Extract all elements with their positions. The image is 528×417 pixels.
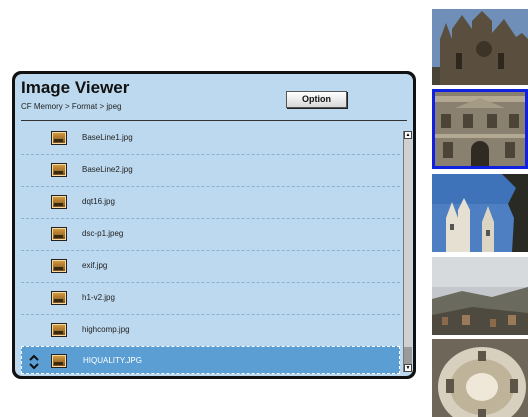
file-name: dqt16.jpg [82,197,115,206]
file-name: highcomp.jpg [82,325,130,334]
list-item[interactable]: dqt16.jpg [21,187,400,219]
image-file-icon [51,227,67,241]
file-name: dsc-p1.jpeg [82,229,124,238]
image-file-icon [51,354,67,368]
option-button[interactable]: Option [286,91,347,108]
image-file-icon [51,259,67,273]
breadcrumb: CF Memory > Format > jpeg [21,102,122,111]
file-name: h1-v2.jpg [82,293,115,302]
image-file-icon [51,291,67,305]
header-divider [21,120,407,121]
scrollbar[interactable]: ▲ ▼ [403,131,412,372]
list-item[interactable]: BaseLine1.jpg [21,123,400,155]
image-viewer-window: Image Viewer CF Memory > Format > jpeg O… [12,71,416,379]
baroque-facade-photo[interactable] [432,89,528,169]
scroll-up-arrow-icon[interactable]: ▲ [404,131,412,139]
scroll-down-arrow-icon[interactable]: ▼ [404,364,412,372]
image-file-icon [51,163,67,177]
file-name: BaseLine2.jpg [82,165,133,174]
scrollbar-thumb[interactable] [404,139,412,347]
city-panorama-photo[interactable] [432,257,528,335]
list-item[interactable]: BaseLine2.jpg [21,155,400,187]
list-item[interactable]: exif.jpg [21,251,400,283]
castle-towers-photo[interactable] [432,174,528,252]
dome-interior-photo[interactable] [432,339,528,417]
file-name: HIQUALITY.JPG [83,356,142,365]
image-viewer-panel: Image Viewer CF Memory > Format > jpeg O… [15,74,413,376]
list-item[interactable]: h1-v2.jpg [21,283,400,315]
page-title: Image Viewer [21,78,130,97]
image-file-icon [51,195,67,209]
up-down-arrows-icon[interactable] [28,354,40,370]
image-file-icon [51,323,67,337]
list-item[interactable]: dsc-p1.jpeg [21,219,400,251]
list-item-selected[interactable]: HIQUALITY.JPG [21,346,400,374]
gothic-cathedral-photo[interactable] [432,9,528,85]
list-item[interactable]: highcomp.jpg [21,315,400,347]
file-name: exif.jpg [82,261,108,270]
image-file-icon [51,131,67,145]
file-list: BaseLine1.jpg BaseLine2.jpg dqt16.jpg ds… [21,123,400,374]
file-name: BaseLine1.jpg [82,133,133,142]
